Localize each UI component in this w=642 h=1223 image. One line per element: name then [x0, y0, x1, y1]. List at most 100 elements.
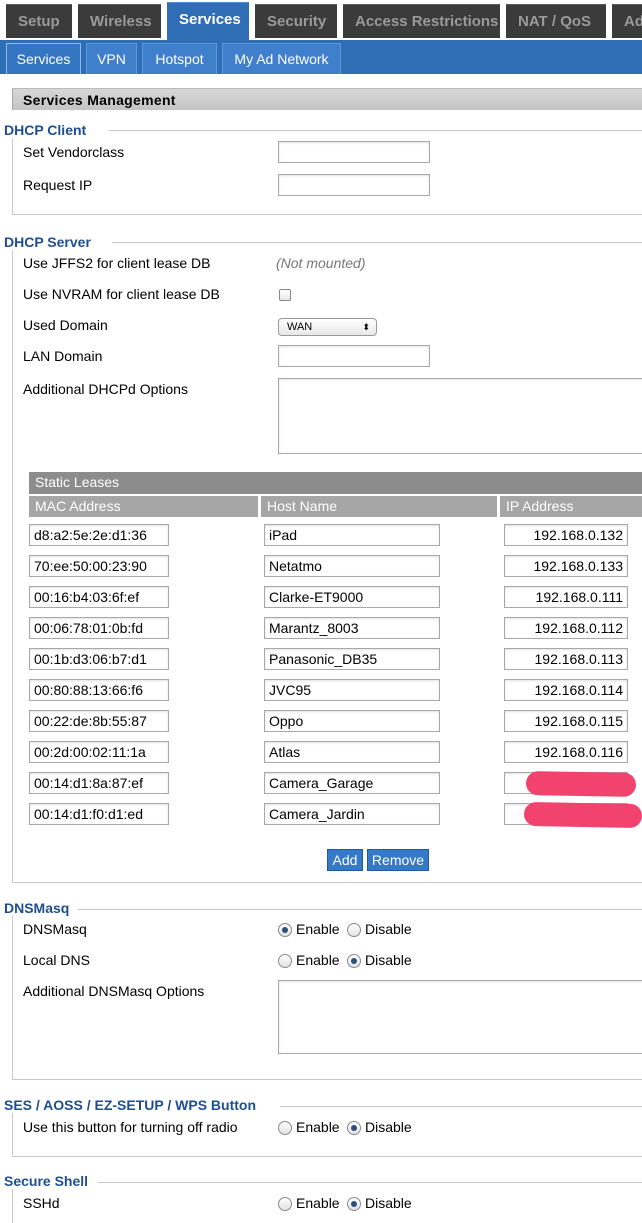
subtab-vpn[interactable]: VPN — [86, 43, 137, 74]
dnsmasq-legend: DNSMasq — [4, 900, 74, 916]
dnsmasq-disable-label: Disable — [365, 921, 412, 937]
dhcpd-options-label: Additional DHCPd Options — [23, 381, 188, 397]
static-leases-title: Static Leases — [29, 472, 642, 494]
host-input[interactable]: Camera_Garage — [264, 772, 440, 794]
mac-input[interactable]: 00:14:d1:8a:87:ef — [29, 772, 169, 794]
vendorclass-label: Set Vendorclass — [23, 144, 125, 160]
jffs2-status: (Not mounted) — [276, 255, 366, 271]
local-dns-enable-radio[interactable] — [278, 954, 292, 968]
wps-enable-radio[interactable] — [278, 1121, 292, 1135]
tab-nat-qos[interactable]: NAT / QoS — [506, 4, 606, 38]
sshd-enable-radio[interactable] — [278, 1197, 292, 1211]
dhcpd-options-textarea[interactable] — [278, 378, 642, 454]
dhcp-server-legend: DHCP Server — [4, 234, 95, 250]
used-domain-select[interactable]: WAN ⬍ — [278, 318, 377, 336]
ip-input[interactable]: 192.168.0.133 — [504, 555, 628, 577]
mac-input[interactable]: 00:16:b4:03:6f:ef — [29, 586, 169, 608]
ssh-legend: Secure Shell — [4, 1173, 93, 1189]
add-button[interactable]: Add — [327, 849, 363, 871]
top-navigation: Setup Wireless Services Security Access … — [0, 0, 642, 42]
redaction-mark — [525, 771, 637, 797]
section-divider — [12, 882, 642, 883]
nvram-checkbox[interactable] — [279, 289, 291, 301]
column-ip: IP Address — [500, 496, 642, 517]
mac-input[interactable]: 00:22:de:8b:55:87 — [29, 710, 169, 732]
wps-disable-radio[interactable] — [347, 1121, 361, 1135]
tab-services[interactable]: Services — [167, 2, 249, 42]
lan-domain-input[interactable] — [278, 345, 430, 367]
section-divider — [12, 1079, 642, 1080]
dnsmasq-disable-radio[interactable] — [347, 923, 361, 937]
subtab-my-ad-network[interactable]: My Ad Network — [222, 43, 341, 74]
mac-input[interactable]: 00:80:88:13:66:f6 — [29, 679, 169, 701]
ip-input[interactable]: 192.168.0.116 — [504, 741, 628, 763]
subtab-hotspot[interactable]: Hotspot — [142, 43, 217, 74]
mac-input[interactable]: 00:14:d1:f0:d1:ed — [29, 803, 169, 825]
host-input[interactable]: Clarke-ET9000 — [264, 586, 440, 608]
jffs2-label: Use JFFS2 for client lease DB — [23, 255, 211, 271]
used-domain-value: WAN — [287, 321, 313, 333]
section-border — [12, 130, 13, 214]
mac-input[interactable]: 70:ee:50:00:23:90 — [29, 555, 169, 577]
redaction-mark — [523, 801, 642, 829]
dnsmasq-enable-label: Enable — [296, 921, 340, 937]
request-ip-label: Request IP — [23, 177, 93, 193]
tab-security[interactable]: Security — [255, 4, 337, 38]
page-title: Services Management — [12, 88, 642, 110]
host-input[interactable]: Atlas — [264, 741, 440, 763]
host-input[interactable]: Marantz_8003 — [264, 617, 440, 639]
ip-input[interactable]: 192.168.0.114 — [504, 679, 628, 701]
mac-input[interactable]: 00:06:78:01:0b:fd — [29, 617, 169, 639]
host-input[interactable]: Camera_Jardin — [264, 803, 440, 825]
local-dns-enable-label: Enable — [296, 952, 340, 968]
dnsmasq-label: DNSMasq — [23, 921, 87, 937]
lan-domain-label: LAN Domain — [23, 348, 103, 364]
wps-enable-label: Enable — [296, 1119, 340, 1135]
wps-label: Use this button for turning off radio — [23, 1119, 238, 1135]
section-divider — [112, 242, 642, 243]
host-input[interactable]: iPad — [264, 524, 440, 546]
remove-button[interactable]: Remove — [367, 849, 429, 871]
column-mac: MAC Address — [29, 496, 258, 517]
wps-disable-label: Disable — [365, 1119, 412, 1135]
local-dns-disable-label: Disable — [365, 952, 412, 968]
ip-input[interactable]: 192.168.0.111 — [504, 586, 628, 608]
ip-input[interactable]: 192.168.0.113 — [504, 648, 628, 670]
wps-legend: SES / AOSS / EZ-SETUP / WPS Button — [4, 1097, 261, 1113]
sshd-disable-radio[interactable] — [347, 1197, 361, 1211]
dhcp-client-legend: DHCP Client — [4, 122, 91, 138]
nvram-label: Use NVRAM for client lease DB — [23, 286, 220, 302]
section-divider — [108, 130, 642, 131]
sshd-enable-label: Enable — [296, 1195, 340, 1211]
request-ip-input[interactable] — [278, 174, 430, 196]
section-border — [12, 909, 13, 1079]
column-host: Host Name — [261, 496, 497, 517]
tab-access-restrictions[interactable]: Access Restrictions — [343, 4, 500, 38]
sshd-disable-label: Disable — [365, 1195, 412, 1211]
mac-input[interactable]: d8:a2:5e:2e:d1:36 — [29, 524, 169, 546]
section-divider — [98, 1182, 642, 1183]
ip-input[interactable]: 192.168.0.132 — [504, 524, 628, 546]
local-dns-label: Local DNS — [23, 952, 90, 968]
dnsmasq-enable-radio[interactable] — [278, 923, 292, 937]
subtab-services[interactable]: Services — [6, 43, 81, 74]
tab-setup[interactable]: Setup — [6, 4, 72, 38]
tab-wireless[interactable]: Wireless — [78, 4, 161, 38]
mac-input[interactable]: 00:2d:00:02:11:1a — [29, 741, 169, 763]
section-border — [12, 242, 13, 882]
local-dns-disable-radio[interactable] — [347, 954, 361, 968]
tab-administration[interactable]: Ad — [612, 4, 642, 38]
section-divider — [12, 1156, 642, 1157]
dnsmasq-options-textarea[interactable] — [278, 980, 642, 1054]
ip-input[interactable]: 192.168.0.115 — [504, 710, 628, 732]
host-input[interactable]: JVC95 — [264, 679, 440, 701]
section-divider — [12, 214, 642, 215]
mac-input[interactable]: 00:1b:d3:06:b7:d1 — [29, 648, 169, 670]
vendorclass-input[interactable] — [278, 141, 430, 163]
dnsmasq-options-label: Additional DNSMasq Options — [23, 983, 205, 999]
ip-input[interactable]: 192.168.0.112 — [504, 617, 628, 639]
host-input[interactable]: Oppo — [264, 710, 440, 732]
section-divider — [280, 1106, 642, 1107]
host-input[interactable]: Netatmo — [264, 555, 440, 577]
host-input[interactable]: Panasonic_DB35 — [264, 648, 440, 670]
